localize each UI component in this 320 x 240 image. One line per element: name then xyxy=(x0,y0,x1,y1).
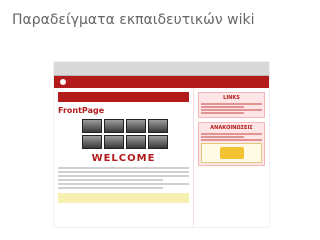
text-line xyxy=(58,187,163,189)
portrait-photo xyxy=(147,135,168,149)
announcements-box: ΑΝΑΚΟΙΝΩΣΕΙΣ xyxy=(198,122,265,166)
portrait-photo xyxy=(147,119,168,133)
text-line xyxy=(58,179,163,181)
slide: Παραδείγματα εκπαιδευτικών wiki FrontPag… xyxy=(0,0,320,240)
link-line[interactable] xyxy=(201,106,244,108)
frontpage-heading: FrontPage xyxy=(58,106,105,115)
wiki-header-bar xyxy=(54,76,269,88)
text-line xyxy=(58,167,189,169)
link-line[interactable] xyxy=(201,103,262,105)
text-line xyxy=(58,171,189,173)
portrait-photo xyxy=(103,135,124,149)
announcement-image-icon xyxy=(219,147,244,159)
text-line xyxy=(58,175,189,177)
wiki-body: FrontPage WELCOME LINKS ΑΝΑΚΟΙΝΩΣΕΙΣ xyxy=(54,88,269,227)
announcement-line[interactable] xyxy=(201,139,262,141)
slide-title: Παραδείγματα εκπαιδευτικών wiki xyxy=(12,12,255,28)
portrait-photo xyxy=(125,119,146,133)
welcome-banner: WELCOME xyxy=(91,153,156,164)
portrait-grid xyxy=(81,119,168,149)
text-line xyxy=(58,183,189,185)
links-title: LINKS xyxy=(223,95,240,101)
announcements-title: ΑΝΑΚΟΙΝΩΣΕΙΣ xyxy=(210,125,253,131)
wiki-logo-icon xyxy=(60,79,66,85)
wiki-screenshot: FrontPage WELCOME LINKS ΑΝΑΚΟΙΝΩΣΕΙΣ xyxy=(54,62,269,227)
link-line[interactable] xyxy=(201,109,262,111)
intro-text xyxy=(58,167,189,189)
highlight-band xyxy=(58,193,189,203)
portrait-photo xyxy=(81,119,102,133)
portrait-photo xyxy=(81,135,102,149)
announcement-line[interactable] xyxy=(201,136,244,138)
portrait-photo xyxy=(103,119,124,133)
portrait-photo xyxy=(125,135,146,149)
main-content: FrontPage WELCOME xyxy=(54,88,194,227)
sidebar: LINKS ΑΝΑΚΟΙΝΩΣΕΙΣ xyxy=(194,88,269,227)
wiki-tabs xyxy=(58,92,189,102)
announcement-line[interactable] xyxy=(201,133,262,135)
announcement-image xyxy=(201,143,262,163)
links-box: LINKS xyxy=(198,92,265,118)
browser-chrome xyxy=(54,62,269,76)
link-line[interactable] xyxy=(201,112,244,114)
